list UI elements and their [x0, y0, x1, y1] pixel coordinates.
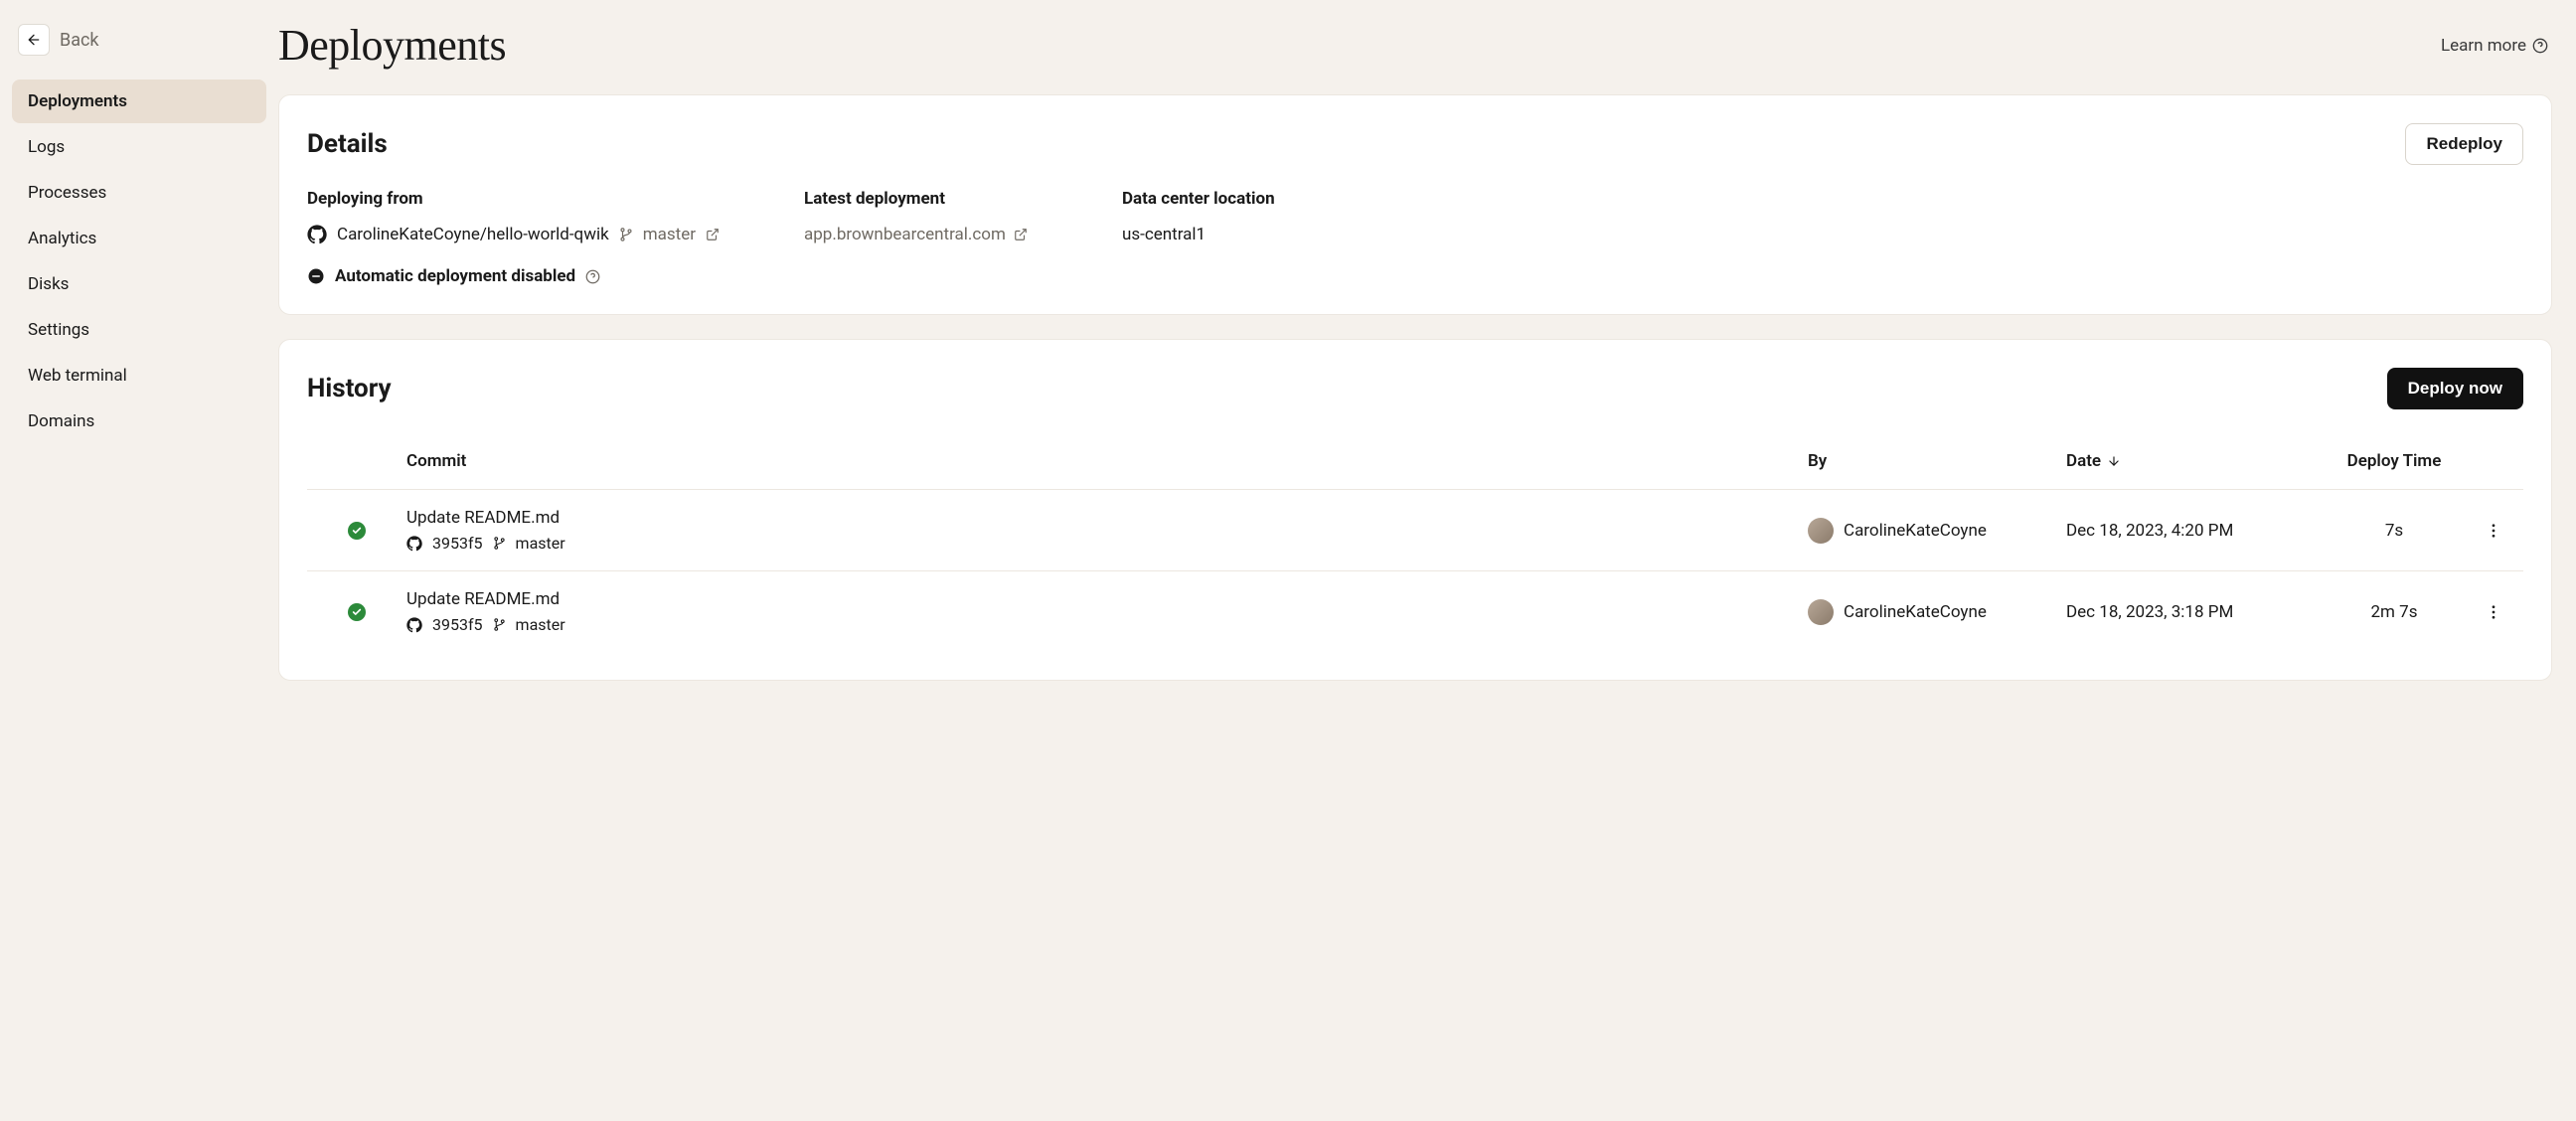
help-circle-icon — [2532, 38, 2548, 54]
sidebar-item-web-terminal[interactable]: Web terminal — [12, 354, 266, 398]
deploy-time: 2m 7s — [2325, 602, 2464, 622]
back-label: Back — [60, 30, 99, 51]
deploy-time: 7s — [2325, 521, 2464, 541]
sidebar-item-label: Processes — [28, 183, 106, 203]
author-name: CarolineKateCoyne — [1844, 602, 1987, 622]
back-button[interactable] — [18, 24, 50, 56]
main: Deployments Learn more Details Redeploy … — [278, 0, 2576, 744]
arrow-down-icon — [2107, 454, 2121, 468]
learn-more-link[interactable]: Learn more — [2441, 36, 2548, 56]
sidebar-item-label: Settings — [28, 320, 89, 340]
nav: Deployments Logs Processes Analytics Dis… — [12, 80, 266, 443]
deploy-date: Dec 18, 2023, 3:18 PM — [2066, 602, 2325, 622]
latest-deployment-label: Latest deployment — [804, 189, 1062, 209]
table-row[interactable]: Update README.md 3953f5 master — [307, 490, 2523, 571]
sidebar-item-disks[interactable]: Disks — [12, 262, 266, 306]
git-branch-icon — [619, 228, 633, 241]
table-header: Commit By Date Deploy Time — [307, 433, 2523, 490]
deploying-from-col: Deploying from CarolineKateCoyne/hello-w… — [307, 189, 744, 286]
sidebar-item-label: Web terminal — [28, 366, 127, 386]
external-link-icon — [1014, 228, 1028, 241]
sidebar-item-deployments[interactable]: Deployments — [12, 80, 266, 123]
arrow-left-icon — [26, 32, 42, 48]
row-menu-button[interactable] — [2464, 522, 2523, 540]
commit-branch: master — [516, 534, 565, 553]
datacenter-col: Data center location us-central1 — [1122, 189, 2523, 286]
details-title: Details — [307, 129, 388, 159]
help-circle-icon[interactable] — [585, 269, 600, 284]
sidebar-item-analytics[interactable]: Analytics — [12, 217, 266, 260]
datacenter-label: Data center location — [1122, 189, 2523, 209]
github-icon — [307, 225, 327, 244]
commit-branch: master — [516, 615, 565, 634]
history-card: History Deploy now Commit By Date Deploy… — [278, 339, 2552, 681]
avatar — [1808, 599, 1834, 625]
col-by: By — [1808, 451, 2066, 471]
latest-deployment-url: app.brownbearcentral.com — [804, 225, 1006, 244]
github-icon — [406, 617, 422, 633]
author-name: CarolineKateCoyne — [1844, 521, 1987, 541]
sidebar-item-label: Analytics — [28, 229, 96, 248]
table-row[interactable]: Update README.md 3953f5 master — [307, 571, 2523, 652]
sidebar-item-label: Disks — [28, 274, 69, 294]
page-title: Deployments — [278, 20, 506, 71]
status-success-icon — [348, 522, 366, 540]
sidebar: Back Deployments Logs Processes Analytic… — [0, 0, 278, 744]
sidebar-item-label: Logs — [28, 137, 65, 157]
history-table: Commit By Date Deploy Time — [307, 433, 2523, 652]
deploy-date: Dec 18, 2023, 4:20 PM — [2066, 521, 2325, 541]
deploying-from-label: Deploying from — [307, 189, 744, 209]
col-date-label: Date — [2066, 451, 2101, 471]
history-title: History — [307, 374, 392, 403]
avatar — [1808, 518, 1834, 544]
minus-circle-icon — [307, 267, 325, 285]
sidebar-item-label: Deployments — [28, 91, 127, 111]
col-date[interactable]: Date — [2066, 451, 2325, 471]
sidebar-item-logs[interactable]: Logs — [12, 125, 266, 169]
repo-name: CarolineKateCoyne/hello-world-qwik — [337, 225, 609, 244]
git-branch-icon — [493, 618, 506, 631]
branch-name: master — [643, 225, 696, 244]
sidebar-item-settings[interactable]: Settings — [12, 308, 266, 352]
repo-link[interactable]: CarolineKateCoyne/hello-world-qwik maste… — [307, 225, 744, 244]
latest-deployment-col: Latest deployment app.brownbearcentral.c… — [804, 189, 1062, 286]
deploy-now-button[interactable]: Deploy now — [2387, 368, 2523, 409]
more-vertical-icon — [2485, 522, 2502, 540]
more-vertical-icon — [2485, 603, 2502, 621]
sidebar-item-domains[interactable]: Domains — [12, 400, 266, 443]
sidebar-item-processes[interactable]: Processes — [12, 171, 266, 215]
git-branch-icon — [493, 537, 506, 550]
commit-hash: 3953f5 — [432, 615, 483, 634]
back-row: Back — [12, 24, 266, 56]
col-commit: Commit — [406, 451, 1808, 471]
external-link-icon — [706, 228, 720, 241]
page-header: Deployments Learn more — [278, 20, 2552, 71]
commit-hash: 3953f5 — [432, 534, 483, 553]
github-icon — [406, 536, 422, 552]
learn-more-label: Learn more — [2441, 36, 2526, 56]
auto-deploy-text: Automatic deployment disabled — [335, 266, 575, 286]
commit-message: Update README.md — [406, 589, 1808, 609]
details-card: Details Redeploy Deploying from Caroline… — [278, 94, 2552, 315]
datacenter-value: us-central1 — [1122, 225, 2523, 244]
redeploy-button[interactable]: Redeploy — [2405, 123, 2523, 165]
sidebar-item-label: Domains — [28, 411, 94, 431]
status-success-icon — [348, 603, 366, 621]
latest-deployment-link[interactable]: app.brownbearcentral.com — [804, 225, 1062, 244]
auto-deploy-row: Automatic deployment disabled — [307, 266, 744, 286]
row-menu-button[interactable] — [2464, 603, 2523, 621]
col-deploy-time: Deploy Time — [2325, 451, 2464, 471]
commit-message: Update README.md — [406, 508, 1808, 528]
